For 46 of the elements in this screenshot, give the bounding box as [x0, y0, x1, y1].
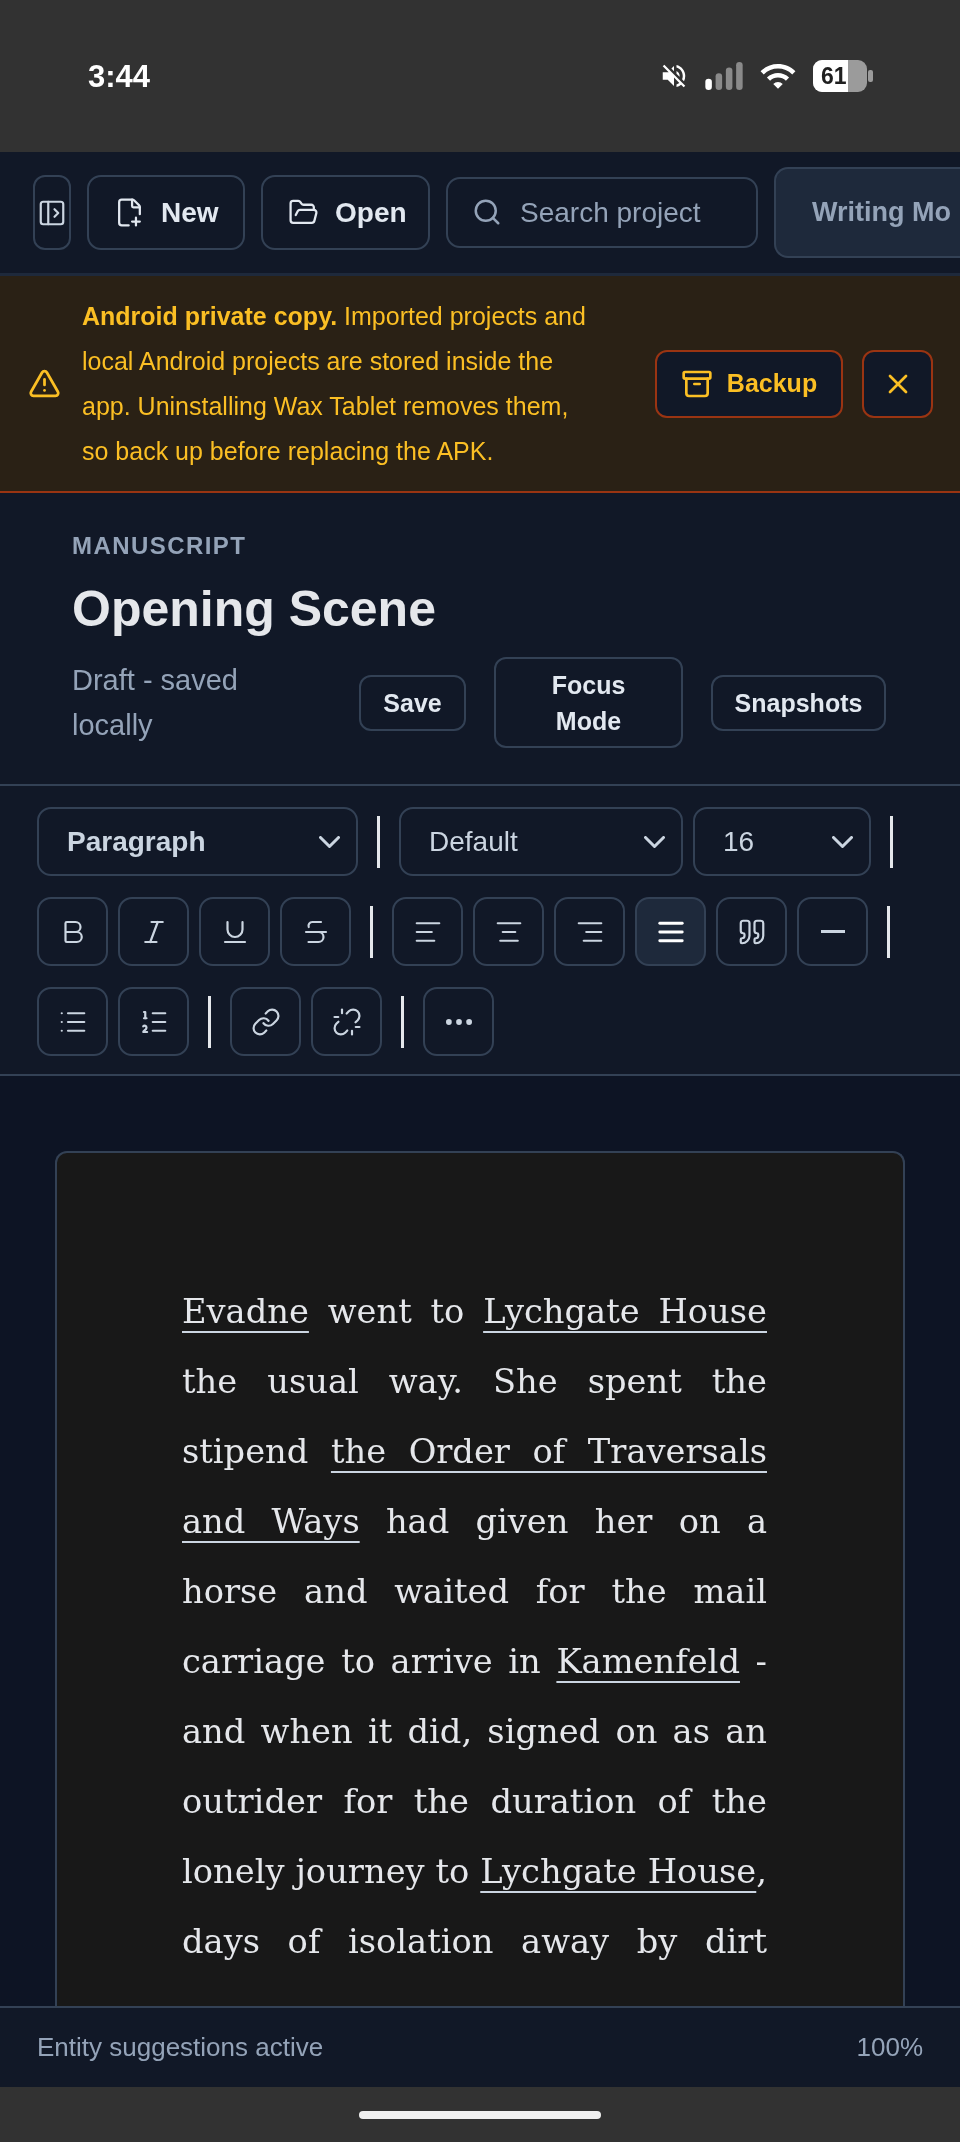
minus-icon [820, 930, 845, 933]
sidebar-toggle-button[interactable] [33, 175, 71, 250]
align-left-button[interactable] [392, 897, 463, 966]
blockquote-button[interactable] [716, 897, 787, 966]
underline-button[interactable] [199, 897, 270, 966]
numbered-list-button[interactable] [118, 987, 189, 1056]
writing-mode-button[interactable]: Writing Mo [774, 167, 960, 258]
open-button[interactable]: Open [261, 175, 430, 250]
italic-button[interactable] [118, 897, 189, 966]
save-status: Draft - saved locally [72, 662, 239, 743]
battery-percentage: 61 [821, 62, 847, 90]
battery-icon [813, 60, 873, 92]
bullet-list-button[interactable] [37, 987, 108, 1056]
close-button[interactable] [862, 349, 933, 418]
warning-icon [28, 367, 61, 400]
save-button[interactable]: Save [359, 674, 466, 731]
snapshots-button[interactable]: Snapshots [711, 674, 886, 731]
font-size-select[interactable]: 16 [693, 807, 871, 876]
link-icon [250, 1006, 281, 1037]
align-right-button[interactable] [554, 897, 625, 966]
search-field[interactable]: Search project [446, 177, 758, 248]
bold-button[interactable] [37, 897, 108, 966]
font-select[interactable]: Default [399, 807, 683, 876]
justify-button[interactable] [635, 897, 706, 966]
align-center-button[interactable] [473, 897, 544, 966]
new-button[interactable]: New [87, 175, 245, 250]
strikethrough-button[interactable] [280, 897, 351, 966]
signal-bars-icon [705, 62, 743, 90]
document-title: Opening Scene [72, 580, 436, 639]
link-button[interactable] [230, 987, 301, 1056]
section-label: MANUSCRIPT [72, 531, 247, 561]
ellipsis-icon [445, 1018, 472, 1025]
backup-button[interactable]: Backup [655, 349, 843, 418]
banner-message: Android private copy. Imported projects and local Android projects are stored inside the app. Uninstalling Wax Tablet removes them, so back up before replacing the APK. [82, 300, 587, 467]
zoom-level-text: 100% [856, 2031, 923, 2064]
manuscript-paragraph[interactable]: Evadne went to Lychgate House the usual way. She spent the stipend the Order of Traversals and Ways had given her on a horse and waited for the mail carriage to arrive in Kamenfeld - and when it did, signed on as an outrider for the duration of the lonely journey to Lychgate House, days of isolation away by dirt [182, 1277, 767, 1977]
chevron-down-icon [644, 835, 665, 848]
status-time: 3:44 [88, 60, 151, 92]
chevron-down-icon [832, 835, 853, 848]
chevron-down-icon [319, 835, 340, 848]
unlink-button[interactable] [311, 987, 382, 1056]
focus-mode-button[interactable]: Focus Mode [494, 657, 683, 748]
block-style-select[interactable]: Paragraph [37, 807, 358, 876]
broken-link-icon [331, 1006, 362, 1037]
search-icon [472, 197, 502, 227]
entity-status-text: Entity suggestions active [37, 2031, 324, 2064]
